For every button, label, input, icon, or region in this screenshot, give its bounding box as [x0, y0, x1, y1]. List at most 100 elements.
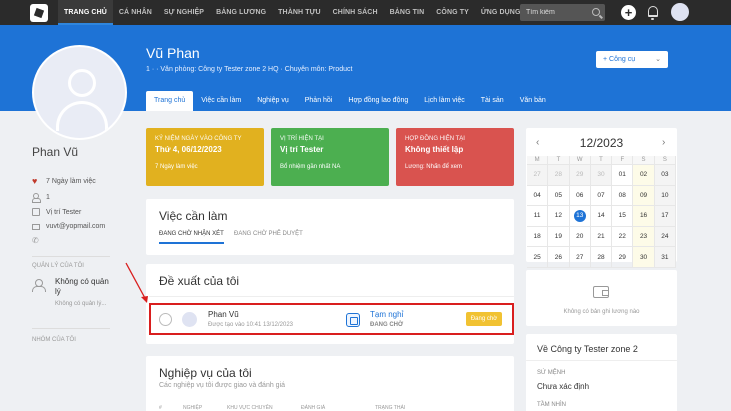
calendar-day[interactable]: 10	[654, 185, 676, 207]
position-text: Vị trí Tester	[46, 208, 82, 216]
tab[interactable]: Lịch làm việc	[416, 91, 472, 111]
calendar-day[interactable]: 30	[590, 165, 613, 186]
table-column-header: NGHIỆP	[183, 405, 203, 411]
reports-count: 1	[46, 193, 50, 201]
tab-pending-approval[interactable]: ĐANG CHỜ PHÊ DUYỆT	[234, 231, 303, 237]
table-column-header: #	[159, 405, 162, 411]
business-subtitle: Các nghiệp vụ tôi được giao và đánh giá	[159, 382, 286, 389]
nav-item[interactable]: ỨNG DỤNG	[475, 0, 527, 25]
stat-card[interactable]: HỢP ĐỒNG HIỆN TẠI Không thiết lập Lương: N…	[396, 128, 514, 186]
calendar-day[interactable]: 29	[612, 247, 634, 268]
profile-picture[interactable]	[32, 45, 127, 140]
nav-item[interactable]: BẢNG LƯƠNG	[210, 0, 272, 25]
search-box[interactable]	[520, 4, 605, 21]
profile-tabs: Trang chủ Việc cần làm Nghiệp vụ Phản hồi Hợ…	[146, 87, 554, 111]
calendar-day[interactable]: 05	[548, 185, 570, 207]
tab-pending-review[interactable]: ĐANG CHỜ NHẬN XÉT	[159, 231, 224, 244]
nav-item[interactable]: SỰ NGHIỆP	[158, 0, 210, 25]
proposal-state: ĐANG CHỜ	[370, 322, 404, 328]
stat-sub: Bổ nhiệm gần nhất NA	[280, 164, 341, 170]
todo-title: Việc cần làm	[159, 209, 228, 223]
manager-icon	[32, 279, 46, 292]
calendar-day[interactable]: 06	[569, 185, 591, 207]
chevron-down-icon: ⌄	[655, 56, 661, 63]
calendar-day[interactable]: 26	[548, 247, 570, 268]
add-plus-icon[interactable]: +	[621, 5, 636, 20]
calendar-day[interactable]: 29	[569, 165, 591, 186]
search-input[interactable]	[526, 9, 590, 16]
nav-item[interactable]: BẢNG TIN	[384, 0, 431, 25]
manager-name: Không có quản lý	[55, 277, 109, 296]
calendar-day[interactable]: 16	[633, 206, 655, 227]
stat-card[interactable]: KỶ NIỆM NGÀY VÀO CÔNG TY Thứ 4, 06/12/202…	[146, 128, 264, 186]
salary-empty-text: Không có bản ghi lương nào	[563, 309, 640, 315]
reports-row: 1	[32, 193, 50, 203]
nav-item[interactable]: TRANG CHỦ	[58, 0, 113, 25]
calendar-day[interactable]: 23	[633, 226, 655, 248]
calendar-day[interactable]: 22	[612, 226, 634, 248]
search-icon[interactable]	[592, 8, 600, 16]
stat-sub: Lương: Nhấn để xem	[405, 164, 462, 170]
calendar-day[interactable]: 20	[569, 226, 591, 248]
email-row[interactable]: vuvt@yopmail.com	[32, 223, 105, 230]
tools-button[interactable]: + Công cụ ⌄	[596, 51, 668, 68]
nav-item[interactable]: CÁ NHÂN	[113, 0, 158, 25]
calendar-day[interactable]: 25	[527, 247, 549, 268]
calendar-day[interactable]: 07	[590, 185, 613, 207]
calendar-day[interactable]: 24	[654, 226, 676, 248]
calendar-day[interactable]: 03	[654, 165, 676, 186]
stat-card[interactable]: VỊ TRÍ HIỆN TẠI Vị trí Tester Bổ nhiệm gần…	[271, 128, 389, 186]
calendar-day[interactable]: 27	[569, 247, 591, 268]
calendar-day[interactable]: 28	[590, 247, 613, 268]
tab[interactable]: Nghiệp vụ	[249, 91, 297, 111]
user-avatar[interactable]	[671, 3, 689, 21]
tab[interactable]: Trang chủ	[146, 91, 194, 111]
app-logo-icon[interactable]	[30, 3, 48, 22]
calendar-day[interactable]: 30	[633, 247, 655, 268]
calendar-day[interactable]: 18	[527, 226, 549, 248]
leave-calendar-icon	[346, 313, 360, 327]
calendar-day[interactable]: 21	[590, 226, 613, 248]
calendar-day[interactable]: 31	[654, 247, 676, 268]
calendar-day[interactable]: 04	[527, 185, 549, 207]
tab[interactable]: Tài sản	[473, 91, 512, 111]
nav-item[interactable]: THÀNH TỰU	[272, 0, 326, 25]
calendar-day[interactable]: 17	[654, 206, 676, 227]
nav-item[interactable]: CHÍNH SÁCH	[327, 0, 384, 25]
table-column-header: TRẠNG THÁI	[375, 405, 406, 411]
calendar-day[interactable]: 09	[633, 185, 655, 207]
top-nav: TRANG CHỦ CÁ NHÂN SỰ NGHIỆP BẢNG LƯƠNG THÀNH…	[0, 0, 731, 25]
table-column-header: KHU VỰC CHUYÊN	[227, 405, 273, 411]
stat-label: KỶ NIỆM NGÀY VÀO CÔNG TY	[155, 136, 242, 142]
calendar-day[interactable]: 11	[527, 206, 549, 227]
calendar-weekday: M	[527, 156, 549, 165]
nav-item[interactable]: CÔNG TY	[430, 0, 475, 25]
vision-label: TẦM NHÌN	[537, 402, 566, 408]
calendar-day[interactable]: 19	[548, 226, 570, 248]
avatar	[182, 312, 197, 327]
employee-subtitle: 1 · · Văn phòng: Công ty Tester zone 2 H…	[146, 66, 353, 73]
calendar-day[interactable]: 14	[590, 206, 613, 227]
mail-icon	[32, 223, 40, 230]
calendar-day[interactable]: 28	[548, 165, 570, 186]
stat-value: Vị trí Tester	[280, 145, 324, 154]
calendar-day[interactable]: 15	[612, 206, 634, 227]
calendar-day[interactable]: 02	[633, 165, 655, 186]
tab[interactable]: Việc cần làm	[193, 91, 249, 111]
proposal-type[interactable]: Tạm nghỉ	[370, 310, 403, 319]
tab[interactable]: Phản hồi	[297, 91, 341, 111]
email-text[interactable]: vuvt@yopmail.com	[46, 223, 105, 230]
phone-icon: ✆	[32, 236, 39, 245]
manager-section-label: QUẢN LÝ CỦA TÔI	[32, 263, 84, 269]
tab[interactable]: Hợp đồng lao động	[340, 91, 416, 111]
bell-icon[interactable]	[648, 6, 658, 20]
group-section-label: NHÓM CỦA TÔI	[32, 337, 76, 343]
calendar-day[interactable]: 01	[612, 165, 634, 186]
select-radio[interactable]	[159, 313, 172, 326]
calendar-day[interactable]: 12	[548, 206, 570, 227]
tab[interactable]: Văn bản	[512, 91, 554, 111]
proposal-row[interactable]: Phan Vũ Được tạo vào 10:41 13/12/2023 Tạ…	[149, 303, 514, 335]
calendar-day[interactable]: 27	[527, 165, 549, 186]
calendar-day[interactable]: 13	[569, 206, 591, 227]
calendar-day[interactable]: 08	[612, 185, 634, 207]
